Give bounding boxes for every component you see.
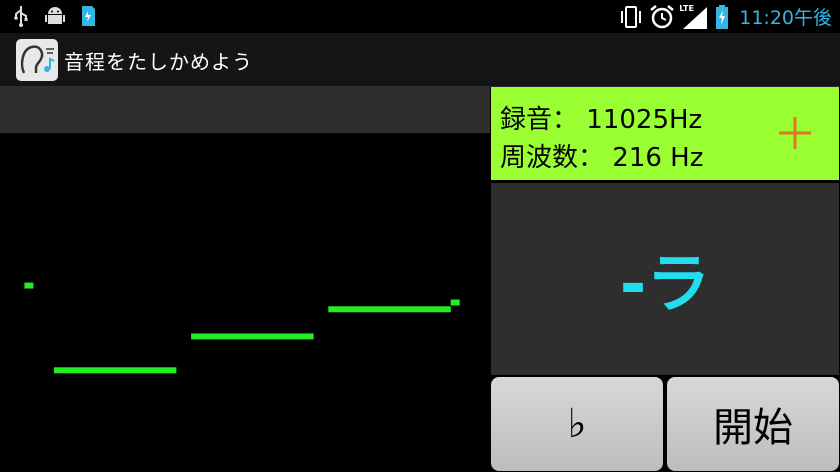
recording-label: 録音： — [500, 105, 579, 135]
status-bar: LTE 11:20午後 — [0, 0, 840, 33]
status-clock: 11:20午後 — [739, 7, 832, 29]
action-bar: 音程をたしかめよう — [0, 33, 840, 87]
trace-segment — [53, 367, 177, 374]
signal-icon: LTE — [679, 4, 709, 30]
frequency-line: 周波数： 216 Hz — [500, 137, 703, 174]
note-panel: -ラ — [491, 183, 839, 375]
plus-icon[interactable] — [777, 115, 813, 151]
flat-button[interactable]: ♭ — [491, 377, 663, 471]
usb-icon — [14, 6, 28, 27]
recording-value: 11025Hz — [586, 105, 703, 135]
trace-segment — [191, 333, 314, 340]
app-title: 音程をたしかめよう — [64, 50, 253, 74]
pitch-graph — [0, 133, 490, 472]
recording-rate-line: 録音： 11025Hz — [500, 99, 702, 136]
trace-dot — [450, 299, 460, 306]
info-panel: 録音： 11025Hz 周波数： 216 Hz — [491, 87, 839, 180]
sd-card-icon — [82, 6, 95, 26]
frequency-value: 216 Hz — [612, 143, 704, 173]
start-button[interactable]: 開始 — [667, 377, 839, 471]
status-left-icons — [12, 5, 96, 27]
alarm-icon — [650, 4, 675, 28]
frequency-label: 周波数： — [500, 143, 605, 173]
graph-header-strip — [0, 86, 490, 133]
status-right-icons: LTE 11:20午後 — [619, 3, 832, 30]
trace-dot — [24, 282, 34, 289]
android-debug-icon — [45, 7, 65, 24]
battery-charging-icon — [716, 4, 729, 29]
trace-segment — [328, 306, 451, 313]
note-name: -ラ — [619, 248, 711, 322]
vibrate-icon — [621, 5, 642, 28]
app-icon[interactable] — [16, 39, 58, 81]
